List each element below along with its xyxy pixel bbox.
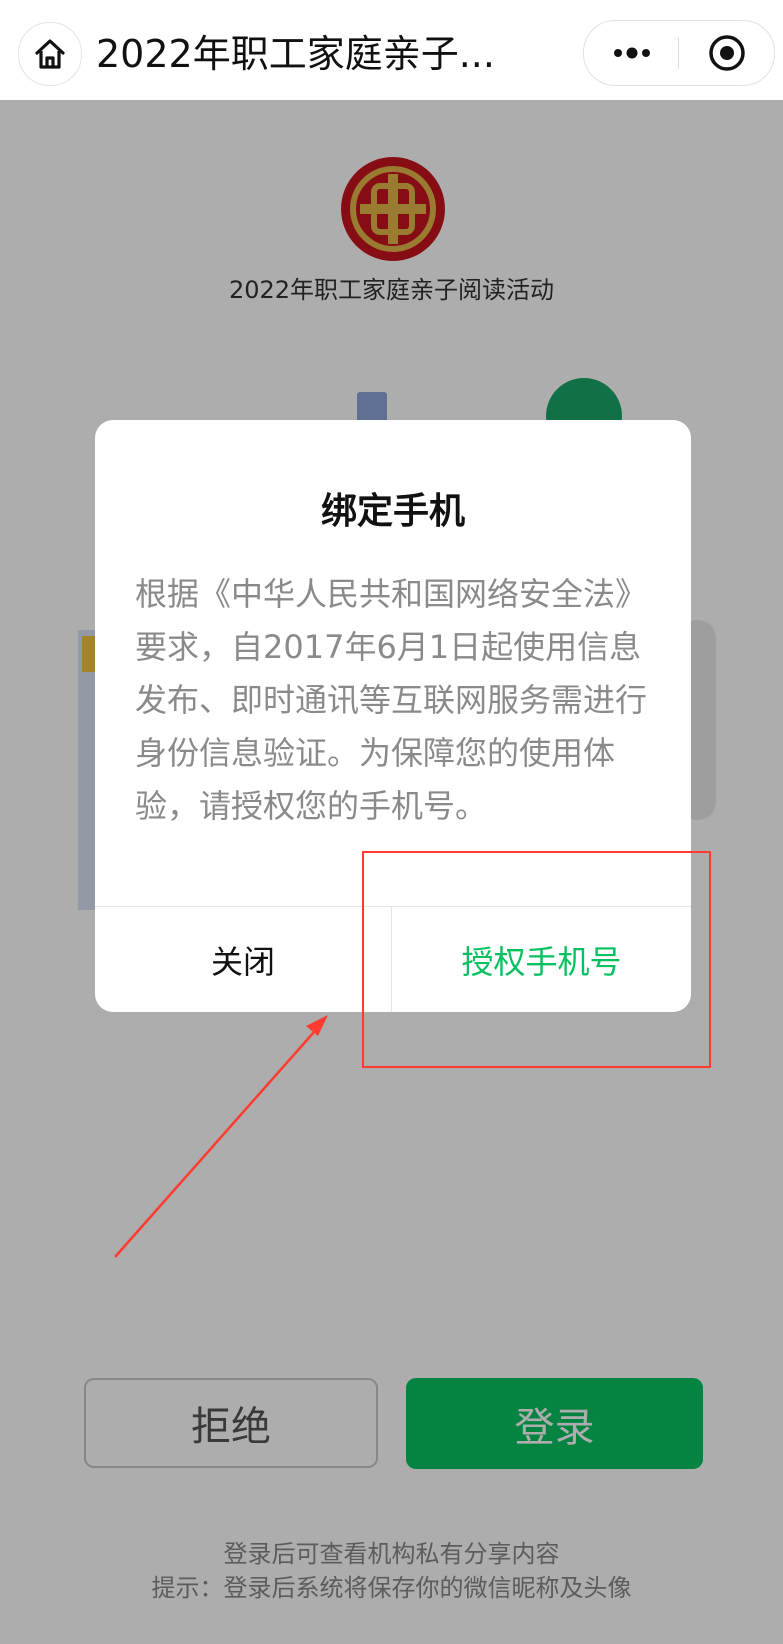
record-icon bbox=[708, 35, 745, 71]
more-icon bbox=[613, 47, 650, 59]
dialog-message: 根据《中华人民共和国网络安全法》要求，自2017年6月1日起使用信息发布、即时通… bbox=[135, 575, 648, 825]
top-nav-bar: 2022年职工家庭亲子... bbox=[0, 0, 783, 101]
page-title: 2022年职工家庭亲子... bbox=[96, 32, 495, 76]
mini-program-capsule bbox=[583, 20, 775, 86]
exit-mini-program-button[interactable] bbox=[679, 21, 774, 85]
dialog-title: 绑定手机 bbox=[320, 491, 465, 532]
dialog-close-button[interactable]: 关闭 bbox=[95, 907, 391, 1012]
more-button[interactable] bbox=[584, 21, 679, 85]
annotation-highlight-box bbox=[362, 851, 711, 1068]
home-button[interactable] bbox=[18, 22, 82, 86]
home-icon bbox=[35, 39, 65, 69]
